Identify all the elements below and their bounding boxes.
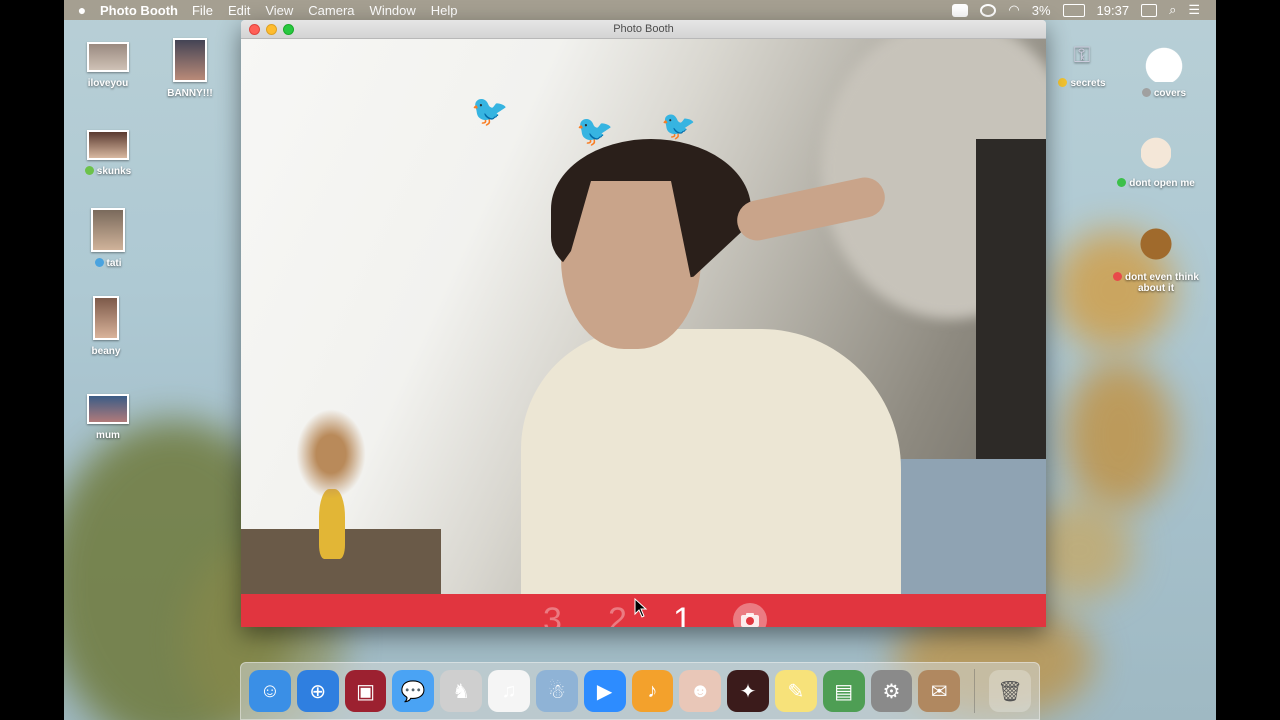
camera-icon	[741, 613, 759, 627]
file-thumbnail	[87, 394, 129, 424]
lion-icon	[1135, 222, 1177, 266]
desktop-icon-label: skunks	[96, 166, 132, 177]
bunny-icon	[1142, 42, 1186, 82]
menu-help[interactable]: Help	[431, 3, 458, 18]
dock-zoom-icon[interactable]: ▶	[583, 670, 626, 712]
dock-preview-icon[interactable]: ▤	[822, 670, 865, 712]
dock-garageband-icon[interactable]: ♪	[631, 670, 674, 712]
file-thumbnail	[93, 296, 119, 340]
file-thumbnail	[87, 130, 129, 160]
wallpaper-flower	[1064, 360, 1174, 510]
clock[interactable]: 19:37	[1097, 3, 1130, 18]
dock-safari-icon[interactable]: ⊕	[296, 670, 339, 712]
countdown-1: 1	[673, 600, 692, 628]
file-thumbnail	[91, 208, 125, 252]
dock-messages-icon[interactable]: 💬	[392, 670, 435, 712]
spotlight-search-icon[interactable]: ⌕	[1169, 2, 1176, 18]
tag-dot	[1141, 88, 1151, 97]
dock-app-5-icon[interactable]: ♞	[440, 670, 483, 712]
dried-flowers	[296, 409, 366, 499]
desktop-icon-label: beany	[91, 346, 121, 357]
yellow-vase	[319, 489, 345, 559]
dock-finder-icon[interactable]: ☺	[249, 670, 291, 712]
notification-center-icon[interactable]: ☰	[1188, 2, 1200, 18]
desktop-icon-covers[interactable]: covers	[1114, 42, 1214, 99]
dock-trash-icon[interactable]: 🗑	[989, 670, 1031, 712]
bunny-figure-icon	[1141, 130, 1171, 172]
desktop-icon-label: covers	[1153, 88, 1187, 99]
dock-itunes-icon[interactable]: ♫	[488, 670, 530, 712]
desktop-icon-label: iloveyou	[87, 78, 129, 89]
tag-dot	[1117, 178, 1127, 187]
desktop-icon-label: dont even think about it	[1125, 272, 1199, 294]
menu-edit[interactable]: Edit	[228, 3, 250, 18]
menu-bar: ● Photo Booth File Edit View Camera Wind…	[64, 0, 1216, 20]
desktop-icon-label: mum	[96, 430, 120, 441]
menu-file[interactable]: File	[192, 3, 213, 18]
tag-dot	[1058, 78, 1068, 87]
creative-cloud-icon[interactable]	[980, 3, 997, 17]
tag-dot	[84, 166, 94, 175]
mouse-cursor-icon	[634, 598, 648, 618]
dock-app-11-icon[interactable]: ✦	[727, 670, 769, 712]
window-title: Photo Booth	[613, 23, 674, 35]
desktop-icon-mum[interactable]: mum	[64, 394, 158, 441]
desktop-icon-skunks[interactable]: skunks	[64, 130, 158, 177]
display-icon[interactable]	[1141, 3, 1158, 17]
title-bar[interactable]: Photo Booth	[241, 20, 1046, 39]
dock-app-10-icon[interactable]: ☻	[679, 670, 722, 712]
camera-preview: 🐦 🐦 🐦	[241, 39, 1046, 594]
bird-effect-icon: 🐦	[661, 110, 696, 141]
battery-icon[interactable]	[1062, 3, 1085, 17]
desktop-icon-label: dont open me	[1129, 178, 1195, 189]
desktop-icon-dont-even-think[interactable]: dont even think about it	[1106, 222, 1206, 294]
menu-window[interactable]: Window	[370, 3, 416, 18]
apple-menu-icon[interactable]: ●	[64, 2, 100, 18]
menu-view[interactable]: View	[265, 3, 293, 18]
dock-photo-booth-icon[interactable]: ▣	[344, 670, 387, 712]
dock-separator	[974, 669, 976, 713]
bird-effect-icon: 🐦	[576, 115, 614, 148]
take-photo-button[interactable]	[733, 603, 767, 627]
bird-effect-icon: 🐦	[471, 95, 509, 128]
tag-dot	[94, 258, 104, 267]
photo-booth-window: Photo Booth 🐦 🐦 🐦 3 2 1	[241, 20, 1046, 627]
screen-record-icon[interactable]	[952, 3, 969, 17]
key-icon: ⚿	[1073, 42, 1091, 67]
battery-percent: 3%	[1031, 2, 1051, 18]
dock-app-15-icon[interactable]: ✉	[918, 670, 961, 712]
menu-camera[interactable]: Camera	[308, 3, 354, 18]
dock-app-7-icon[interactable]: ☃	[535, 670, 578, 712]
dock-system-preferences-icon[interactable]: ⚙	[870, 670, 913, 712]
desktop-icon-banny[interactable]: BANNY!!!	[140, 38, 240, 99]
app-menu[interactable]: Photo Booth	[100, 3, 178, 18]
desktop-icon-tati[interactable]: tati	[64, 208, 158, 269]
desktop-icon-dont-open-me[interactable]: dont open me	[1106, 130, 1206, 189]
countdown-3: 3	[543, 600, 562, 628]
dock-stickies-icon[interactable]: ✎	[774, 670, 817, 712]
shirt	[521, 329, 901, 594]
desktop-icon-beany[interactable]: beany	[64, 296, 156, 357]
wifi-icon[interactable]: ◠	[1008, 2, 1019, 18]
doorway	[976, 139, 1046, 499]
desktop-icon-label: tati	[106, 258, 122, 269]
tag-dot	[1113, 272, 1123, 281]
desktop-icon-label: BANNY!!!	[167, 88, 213, 99]
dock: ☺ ⊕ ▣ 💬 ♞ ♫ ☃ ▶ ♪ ☻ ✦ ✎ ▤ ⚙ ✉ 🗑	[240, 662, 1040, 720]
status-area: ◠ 3% 19:37 ⌕ ☰	[952, 2, 1216, 18]
desktop-icon-label: secrets	[1070, 78, 1106, 89]
file-thumbnail	[87, 42, 129, 72]
file-thumbnail	[173, 38, 207, 82]
